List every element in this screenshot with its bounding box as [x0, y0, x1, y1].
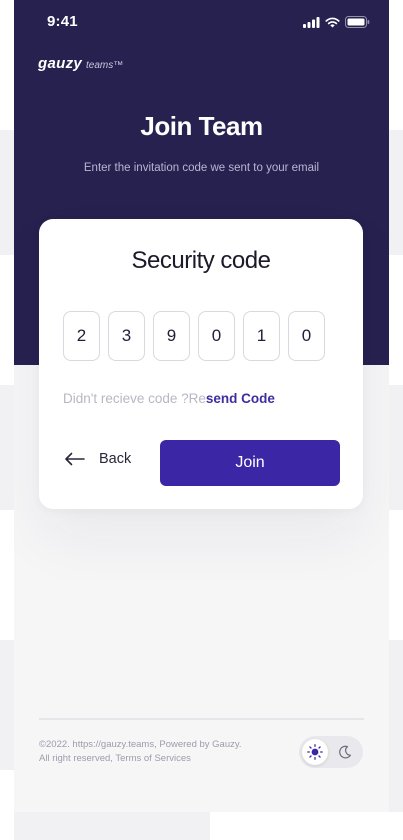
footer: ©2022. https://gauzy.teams, Powered by G… — [39, 738, 242, 766]
background-tile — [389, 255, 403, 385]
page-subtitle: Enter the invitation code we sent to you… — [83, 162, 320, 174]
dark-mode-option[interactable] — [336, 743, 354, 761]
background-tile — [389, 0, 403, 130]
card-title: Security code — [131, 247, 271, 274]
join-button-label: Join — [235, 454, 265, 471]
footer-copyright: ©2022. https://gauzy.teams, Powered by G… — [39, 739, 242, 750]
signal-icon — [303, 16, 320, 28]
sun-icon — [307, 744, 323, 760]
code-digit-input[interactable]: 0 — [198, 311, 235, 361]
footer-terms: All right reserved, Terms of Services — [39, 753, 191, 764]
join-button[interactable]: Join — [160, 440, 340, 486]
security-code-card: Security code 2 3 9 0 1 0 Didn't recieve… — [39, 219, 363, 509]
resend-prompt-text: Didn't recieve code ?Re — [63, 391, 206, 406]
code-digit-input[interactable]: 2 — [63, 311, 100, 361]
background-tile — [0, 255, 14, 385]
battery-icon — [345, 16, 370, 28]
moon-icon — [339, 745, 351, 759]
status-bar: 9:41 — [14, 0, 389, 44]
page-title: Join Team — [140, 111, 263, 141]
phone-screen: 9:41 gauzy teams™ Join Team Enter the in… — [14, 0, 389, 812]
code-digit-input[interactable]: 0 — [288, 311, 325, 361]
brand-product: teams™ — [86, 60, 124, 71]
resend-code-link[interactable]: send Code — [206, 391, 275, 406]
background-tile — [210, 812, 403, 840]
code-input-group: 2 3 9 0 1 0 — [63, 311, 325, 361]
footer-divider — [39, 718, 364, 720]
brand-name: gauzy — [38, 55, 83, 72]
code-digit-input[interactable]: 9 — [153, 311, 190, 361]
resend-prompt: Didn't recieve code ?Resend Code — [63, 391, 275, 406]
theme-toggle[interactable] — [299, 736, 363, 768]
status-icons — [303, 16, 370, 28]
brand-logo: gauzy teams™ — [38, 55, 123, 72]
code-digit-input[interactable]: 1 — [243, 311, 280, 361]
wifi-icon — [325, 17, 340, 27]
background-tile — [0, 770, 14, 840]
code-digit-input[interactable]: 3 — [108, 311, 145, 361]
light-mode-option[interactable] — [302, 739, 328, 765]
background-tile — [389, 510, 403, 640]
arrow-left-icon — [65, 452, 85, 466]
status-time: 9:41 — [47, 13, 78, 30]
background-tile — [0, 510, 14, 640]
back-button-label: Back — [99, 451, 132, 467]
background-tile — [0, 0, 14, 130]
back-button[interactable]: Back — [64, 451, 131, 467]
